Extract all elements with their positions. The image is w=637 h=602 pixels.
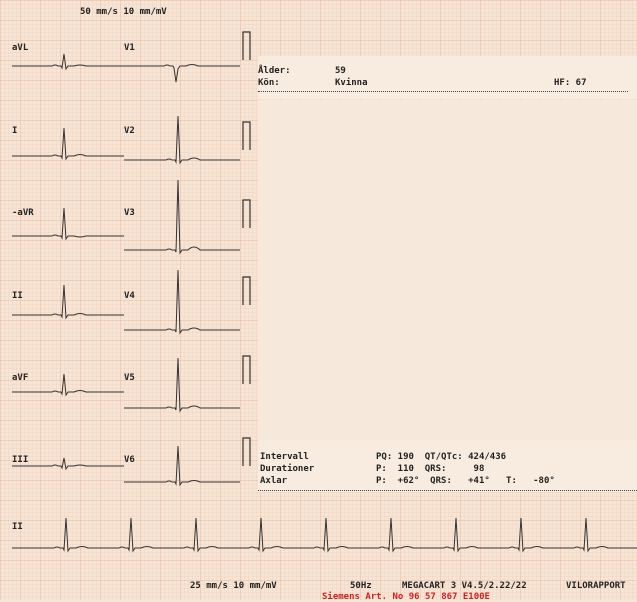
- interval-values: PQ: 190 QT/QTc: 424/436: [376, 452, 507, 462]
- lead-label-v1: V1: [124, 43, 135, 53]
- serial-number: Siemens Art. No 96 57 867 E100E: [322, 592, 490, 602]
- sex-label: Kön:: [258, 78, 280, 88]
- durationer-label: Durationer: [260, 464, 315, 474]
- axlar-label: Axlar: [260, 476, 288, 486]
- blank-report-area: [258, 100, 637, 440]
- footer: 25 mm/s 10 mm/mV 50Hz MEGACART 3 V4.5/2.…: [0, 576, 637, 602]
- device-label: MEGACART 3 V4.5/2.22/22: [402, 581, 527, 591]
- measurement-panel: Intervall Durationer Axlar PQ: 190 QT/QT…: [258, 440, 637, 492]
- lead-label-iii: III: [12, 455, 29, 465]
- sex-value: Kvinna: [335, 78, 368, 88]
- divider: [258, 490, 637, 491]
- lead-label-v4: V4: [124, 291, 135, 301]
- lead-label-avr: -aVR: [12, 208, 34, 218]
- lead-label-v2: V2: [124, 126, 135, 136]
- heart-rate: HF: 67: [554, 78, 587, 88]
- patient-info-panel: Ålder: 59 Kön: Kvinna HF: 67: [258, 56, 637, 99]
- duration-values: P: 110 QRS: 98: [376, 464, 485, 474]
- lead-label-v6: V6: [124, 455, 135, 465]
- lead-label-ii: II: [12, 291, 23, 301]
- axis-values: P: +62° QRS: +41° T: -80°: [376, 476, 555, 486]
- lead-label-rhythm: II: [12, 522, 23, 532]
- lead-label-avl: aVL: [12, 43, 29, 53]
- divider: [258, 91, 628, 92]
- lead-label-v3: V3: [124, 208, 135, 218]
- intervall-label: Intervall: [260, 452, 309, 462]
- lead-label-v5: V5: [124, 373, 135, 383]
- filter-label: 50Hz: [350, 581, 372, 591]
- lead-label-avf: aVF: [12, 373, 29, 383]
- age-label: Ålder:: [258, 66, 291, 76]
- lead-label-i: I: [12, 126, 18, 136]
- age-value: 59: [335, 66, 346, 76]
- bottom-speed-label: 25 mm/s 10 mm/mV: [190, 581, 277, 591]
- report-type-label: VILORAPPORT: [566, 581, 626, 591]
- top-speed-label: 50 mm/s 10 mm/mV: [80, 7, 167, 17]
